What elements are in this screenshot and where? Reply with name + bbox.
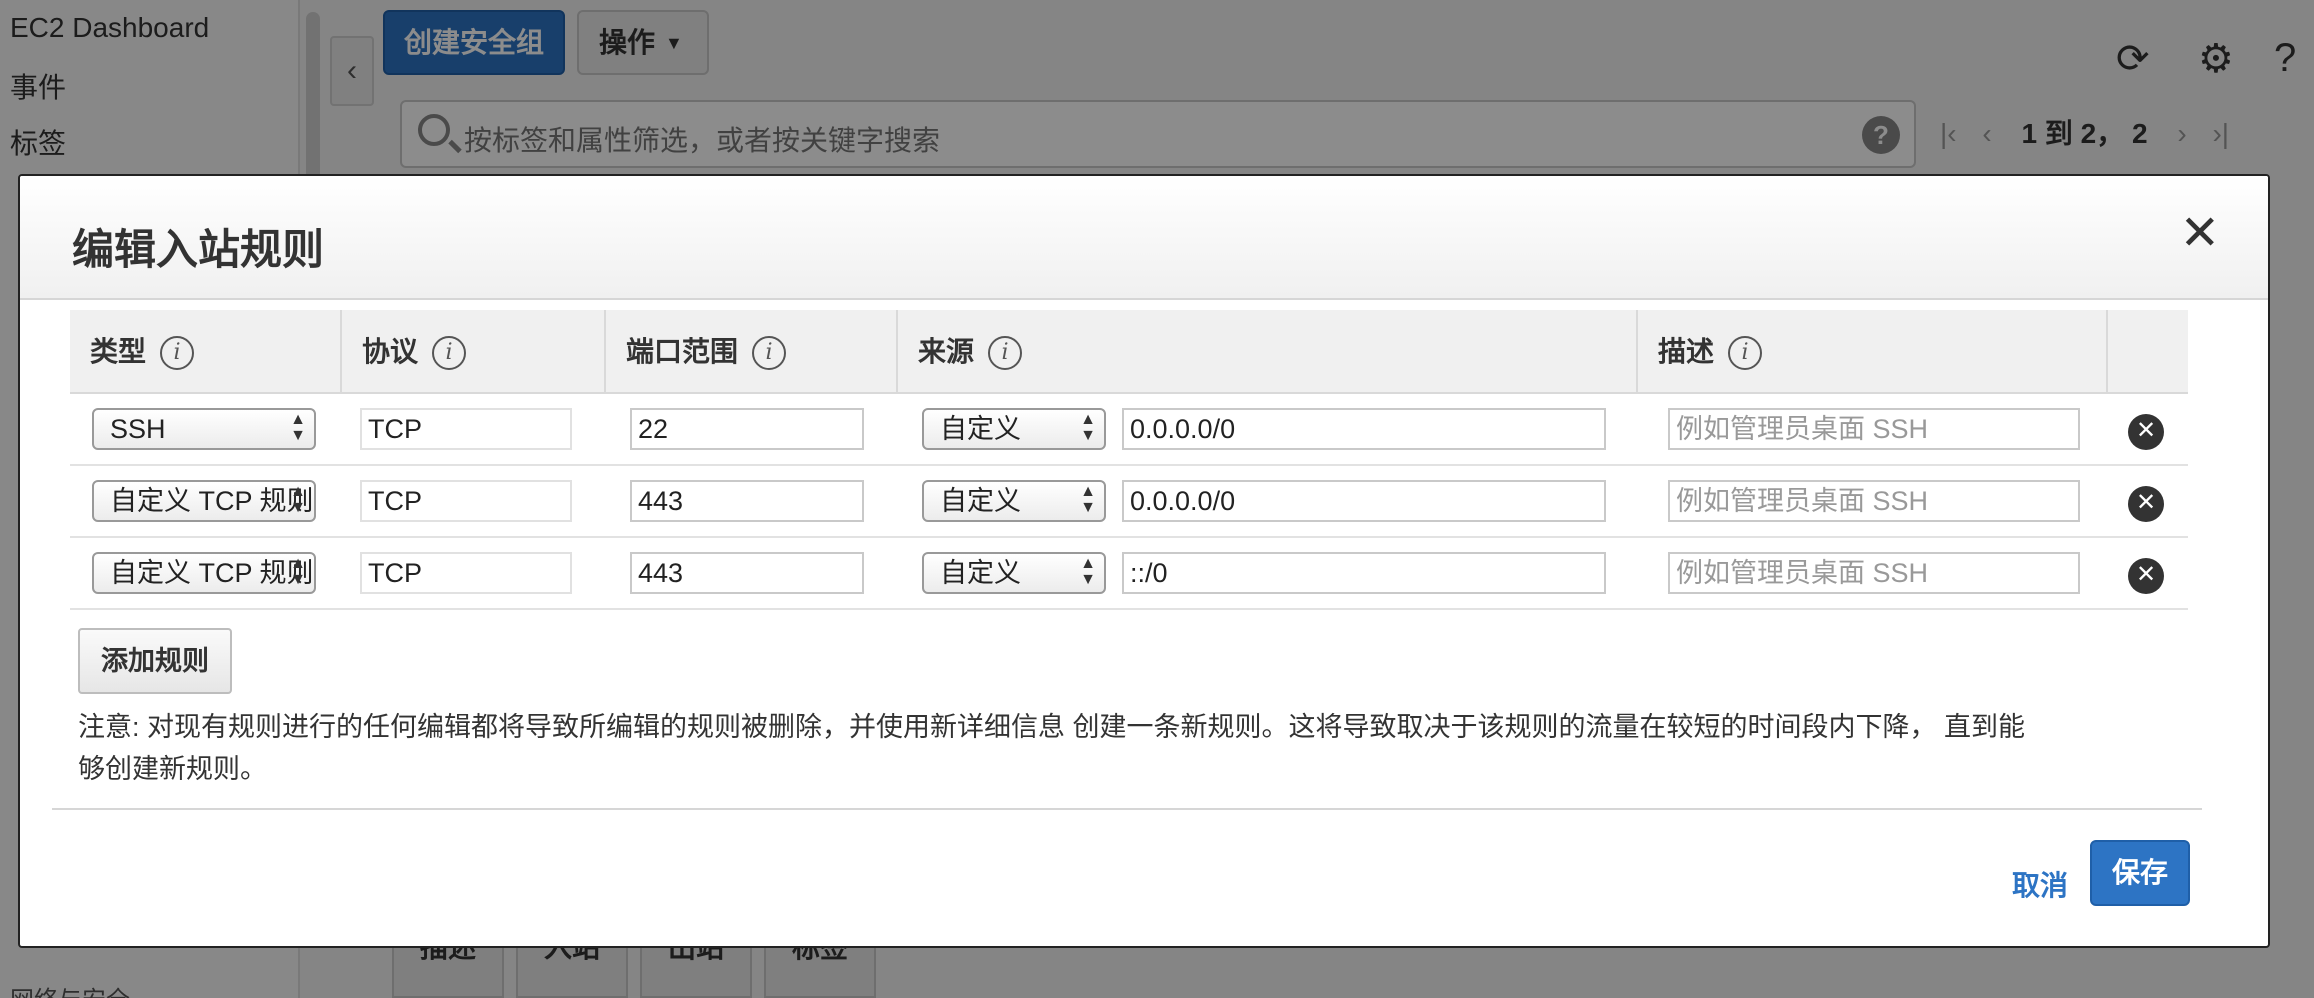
protocol-field: TCP	[360, 408, 572, 450]
source-select-value: 自定义	[940, 486, 1021, 516]
column-header-source: 来源 i	[898, 310, 1638, 394]
column-label: 来源	[918, 336, 975, 367]
select-arrows-icon: ▲ ▼	[1080, 411, 1096, 444]
table-row: 自定义 TCP 规则 ▲ ▼ TCP 443 自定义 ▲ ▼ 0.0.0.0/0 例如管…	[70, 466, 2188, 538]
footer-divider	[52, 808, 2202, 810]
table-row: 自定义 TCP 规则 ▲ ▼ TCP 443 自定义 ▲ ▼ ::/0 例如管理员桌面 …	[70, 538, 2188, 610]
port-range-input[interactable]: 443	[630, 480, 864, 522]
port-range-input[interactable]: 22	[630, 408, 864, 450]
edit-notice-line-2: 够创建新规则。	[78, 754, 267, 784]
source-select[interactable]: 自定义 ▲ ▼	[922, 480, 1106, 522]
column-header-type: 类型 i	[70, 310, 342, 394]
source-select[interactable]: 自定义 ▲ ▼	[922, 408, 1106, 450]
description-input[interactable]: 例如管理员桌面 SSH	[1668, 552, 2080, 594]
info-icon[interactable]: i	[160, 336, 195, 370]
description-input[interactable]: 例如管理员桌面 SSH	[1668, 408, 2080, 450]
edit-notice: 注意: 对现有规则进行的任何编辑都将导致所编辑的规则被删除，并使用新详细信息 创…	[78, 706, 2128, 790]
source-cidr-input[interactable]: 0.0.0.0/0	[1122, 408, 1606, 450]
select-arrows-icon: ▲ ▼	[1080, 555, 1096, 588]
source-select-value: 自定义	[940, 558, 1021, 588]
edit-notice-line-1: 注意: 对现有规则进行的任何编辑都将导致所编辑的规则被删除，并使用新详细信息 创…	[78, 712, 2026, 742]
protocol-field: TCP	[360, 480, 572, 522]
source-cidr-input[interactable]: 0.0.0.0/0	[1122, 480, 1606, 522]
column-label: 类型	[90, 336, 147, 367]
port-range-input[interactable]: 443	[630, 552, 864, 594]
select-arrows-icon: ▲ ▼	[290, 411, 306, 444]
column-header-actions	[2108, 310, 2188, 394]
source-cidr-input[interactable]: ::/0	[1122, 552, 1606, 594]
select-arrows-icon: ▲ ▼	[1080, 483, 1096, 516]
type-select[interactable]: 自定义 TCP 规则 ▲ ▼	[92, 552, 316, 594]
delete-rule-icon[interactable]: ✕	[2128, 558, 2164, 594]
source-select-value: 自定义	[940, 414, 1021, 444]
table-row: SSH ▲ ▼ TCP 22 自定义 ▲ ▼ 0.0.0.0/0 例如管理员桌面 SSH…	[70, 394, 2188, 466]
type-select[interactable]: 自定义 TCP 规则 ▲ ▼	[92, 480, 316, 522]
modal-header: 编辑入站规则 ✕	[20, 176, 2268, 300]
delete-rule-icon[interactable]: ✕	[2128, 414, 2164, 450]
column-label: 协议	[362, 336, 419, 367]
type-select[interactable]: SSH ▲ ▼	[92, 408, 316, 450]
description-input[interactable]: 例如管理员桌面 SSH	[1668, 480, 2080, 522]
info-icon[interactable]: i	[752, 336, 787, 370]
type-select-value: 自定义 TCP 规则	[110, 558, 314, 588]
info-icon[interactable]: i	[432, 336, 467, 370]
delete-rule-icon[interactable]: ✕	[2128, 486, 2164, 522]
add-rule-button[interactable]: 添加规则	[78, 628, 232, 694]
type-select-value: 自定义 TCP 规则	[110, 486, 314, 516]
info-icon[interactable]: i	[1728, 336, 1763, 370]
source-select[interactable]: 自定义 ▲ ▼	[922, 552, 1106, 594]
save-button[interactable]: 保存	[2090, 840, 2190, 906]
column-header-port-range: 端口范围 i	[606, 310, 898, 394]
close-icon[interactable]: ✕	[2180, 210, 2220, 258]
modal-title: 编辑入站规则	[72, 226, 325, 273]
column-header-description: 描述 i	[1638, 310, 2108, 394]
edit-inbound-rules-dialog: 编辑入站规则 ✕ 类型 i 协议 i 端口范围 i 来源 i 描述 i SSH ▲ ▼ TCP…	[18, 174, 2270, 948]
select-arrows-icon: ▲ ▼	[290, 555, 306, 588]
select-arrows-icon: ▲ ▼	[290, 483, 306, 516]
info-icon[interactable]: i	[988, 336, 1023, 370]
column-header-protocol: 协议 i	[342, 310, 606, 394]
cancel-button[interactable]: 取消	[2012, 864, 2068, 904]
table-header: 类型 i 协议 i 端口范围 i 来源 i 描述 i	[70, 310, 2188, 394]
type-select-value: SSH	[110, 414, 166, 444]
rules-table: 类型 i 协议 i 端口范围 i 来源 i 描述 i SSH ▲ ▼ TCP 22 自定义 ▲ ▼…	[70, 310, 2188, 610]
column-label: 描述	[1658, 336, 1715, 367]
column-label: 端口范围	[626, 336, 739, 367]
protocol-field: TCP	[360, 552, 572, 594]
